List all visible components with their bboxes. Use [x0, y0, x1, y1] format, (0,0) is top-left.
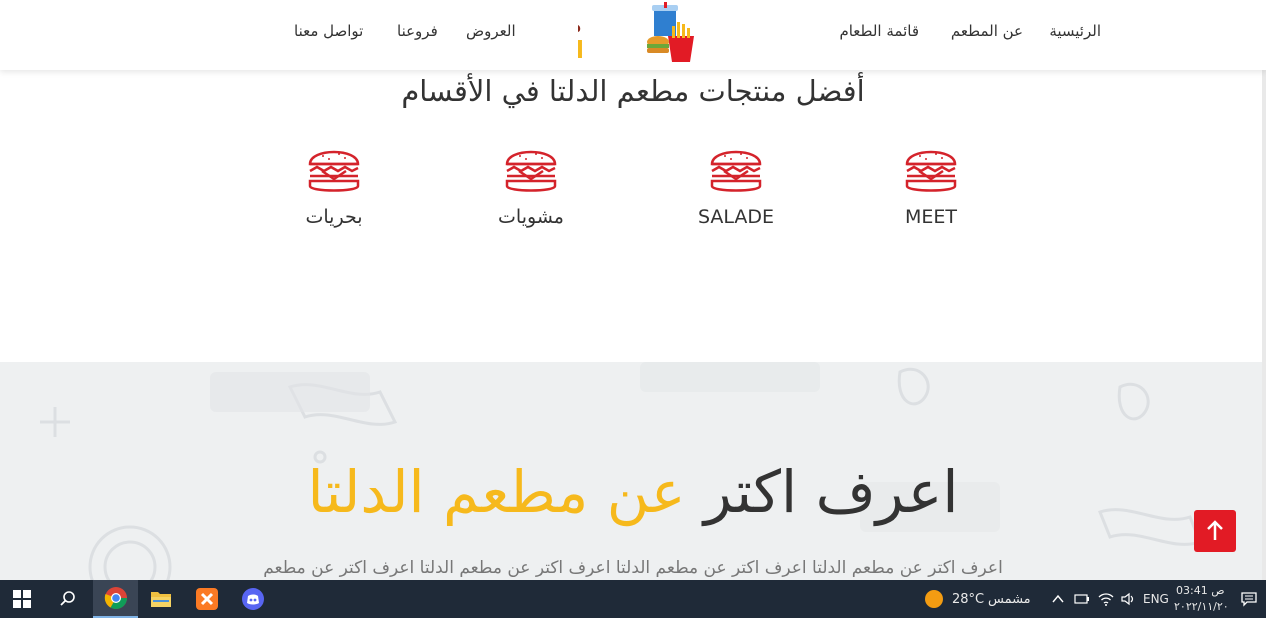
nav-contact[interactable]: تواصل معنا [294, 22, 363, 40]
show-hidden-icons-button[interactable] [1048, 580, 1068, 618]
folder-icon [151, 592, 171, 607]
chevron-up-icon [1052, 594, 1064, 603]
windows-taskbar: 28°C مشمس ENG 03:41 ص ٢٠٢٢/١١/٢٠ [0, 580, 1266, 618]
weather-label: مشمس [988, 592, 1031, 607]
category-label: SALADE [697, 206, 775, 228]
about-section: اعرف اكتر عن مطعم الدلتا اعرف اكتر عن مط… [0, 362, 1266, 580]
about-heading: اعرف اكتر عن مطعم الدلتا [0, 458, 1266, 526]
taskbar-xampp[interactable] [186, 580, 228, 618]
category-card-grills[interactable]: مشويات [466, 140, 596, 228]
scroll-to-top-button[interactable] [1194, 510, 1236, 552]
notifications-button[interactable] [1236, 580, 1262, 618]
nav-home[interactable]: الرئيسية [1049, 22, 1101, 40]
categories-title: أفضل منتجات مطعم الدلتا في الأقسام [401, 74, 865, 108]
weather-temp: 28°C [952, 592, 985, 607]
start-button[interactable] [0, 580, 44, 618]
about-text: اعرف اكتر عن مطعم الدلتا اعرف اكتر عن مط… [263, 558, 1003, 578]
taskbar-chrome[interactable] [93, 580, 138, 618]
arrow-up-icon [1207, 520, 1223, 540]
discord-icon [242, 588, 264, 610]
battery-status[interactable] [1071, 580, 1093, 618]
page-scrollbar[interactable] [1262, 0, 1266, 580]
taskbar-file-explorer[interactable] [140, 580, 182, 618]
nav-about[interactable]: عن المطعم [951, 22, 1023, 40]
category-card-seafood[interactable]: بحريات [269, 140, 399, 228]
wifi-icon [1098, 593, 1114, 606]
battery-icon [1074, 594, 1089, 604]
about-heading-accent: عن مطعم الدلتا [307, 458, 686, 526]
category-label: مشويات [498, 206, 564, 228]
network-status[interactable] [1095, 580, 1117, 618]
nav-branches[interactable]: فروعنا [397, 22, 438, 40]
site-header: تواصل معنا فروعنا العروض مطعم [0, 0, 1266, 70]
burger-icon [905, 150, 957, 192]
volume-control[interactable] [1117, 580, 1139, 618]
search-icon [60, 591, 75, 606]
burger-icon [710, 150, 762, 192]
burger-icon [308, 150, 360, 192]
windows-icon [13, 590, 31, 608]
category-card-meet[interactable]: MEET [866, 140, 996, 228]
nav-offers[interactable]: العروض [466, 22, 516, 40]
clock-time[interactable]: 03:41 ص [1176, 584, 1225, 597]
weather-button[interactable] [920, 580, 948, 618]
svg-text:الدلتا: الدلتا [578, 36, 584, 64]
xampp-icon [196, 588, 218, 610]
chrome-icon [104, 587, 127, 609]
language-indicator[interactable]: ENG [1143, 592, 1169, 606]
speaker-icon [1121, 592, 1134, 606]
notification-icon [1241, 592, 1257, 607]
taskbar-discord[interactable] [232, 580, 274, 618]
page: تواصل معنا فروعنا العروض مطعم [0, 0, 1266, 618]
about-heading-dark: اعرف اكتر [703, 458, 959, 526]
category-label: MEET [904, 206, 957, 228]
search-button[interactable] [46, 580, 90, 618]
category-card-salade[interactable]: SALADE [671, 140, 801, 228]
clock-date[interactable]: ٢٠٢٢/١١/٢٠ [1174, 600, 1229, 613]
category-label: بحريات [305, 206, 363, 228]
nav-menu[interactable]: قائمة الطعام [839, 22, 919, 40]
site-logo[interactable]: مطعم الدلتا [511, 2, 696, 64]
burger-icon [505, 150, 557, 192]
logo-image: مطعم الدلتا [511, 2, 694, 64]
svg-text:مطعم: مطعم [578, 10, 582, 38]
sun-icon [925, 590, 943, 608]
